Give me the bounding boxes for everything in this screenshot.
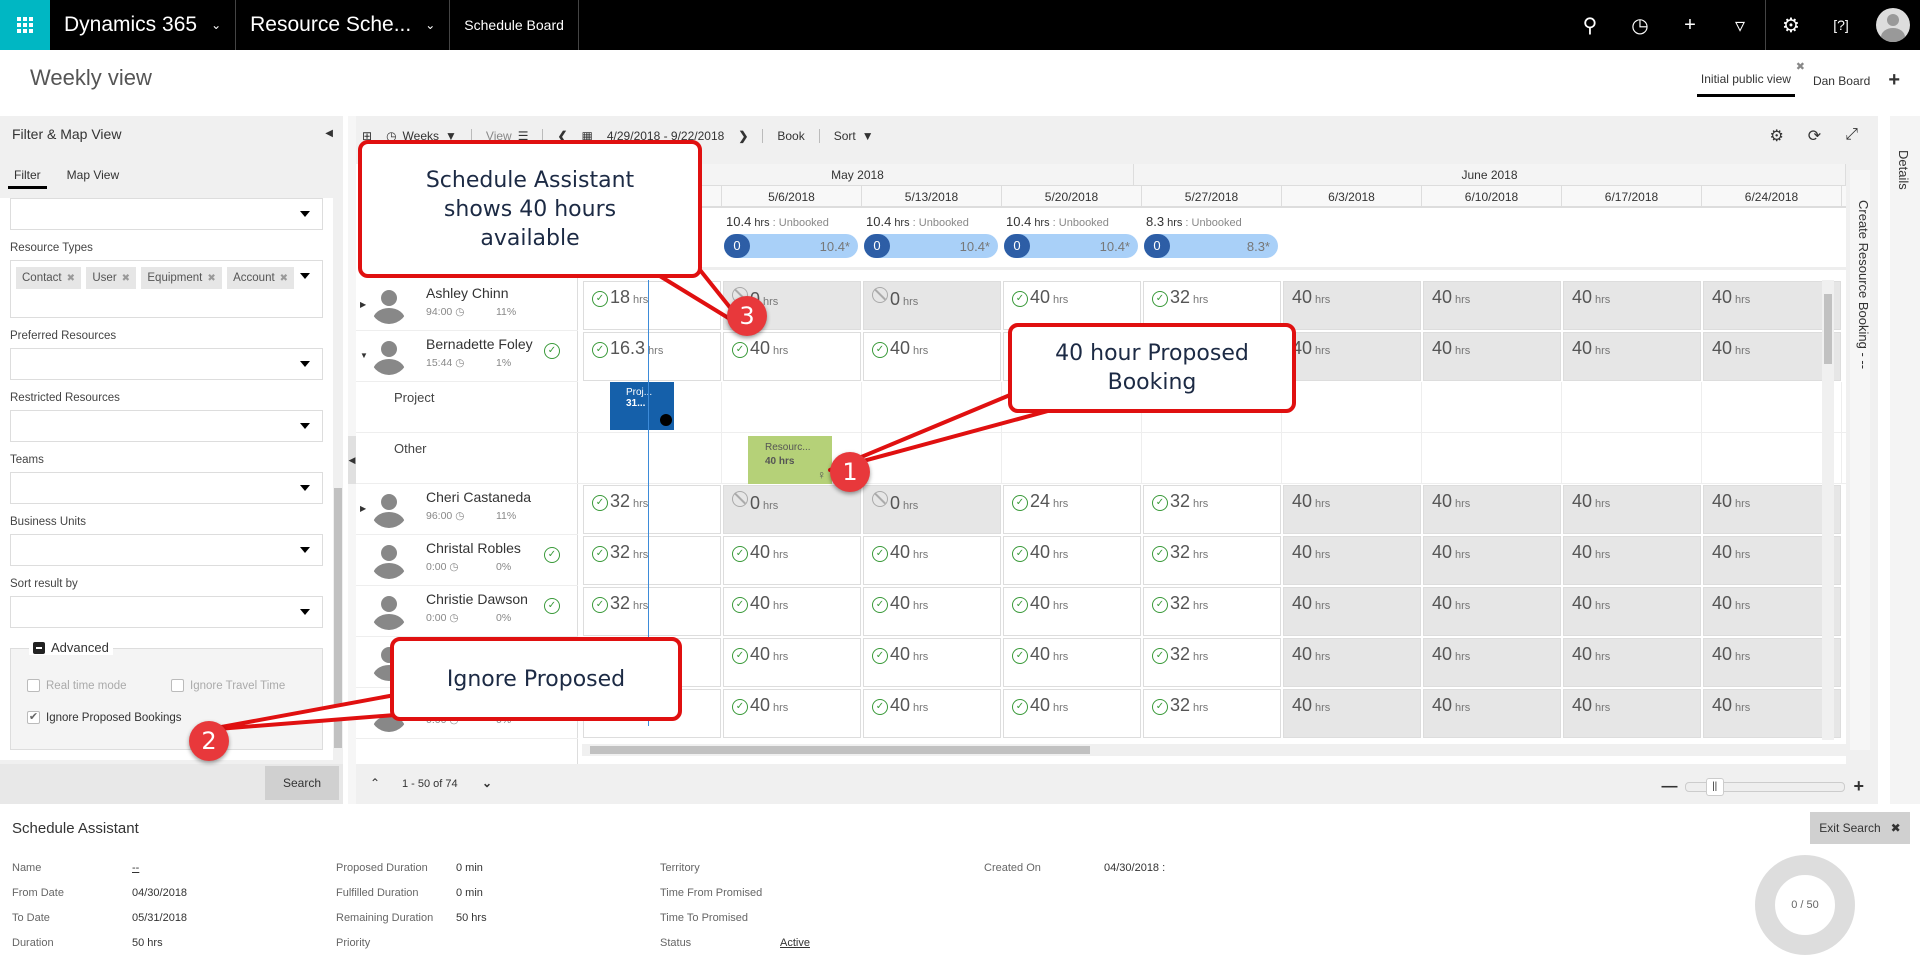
callout-ignore-proposed: Ignore Proposed: [390, 637, 682, 721]
annotation-badge-3: 3: [727, 296, 767, 336]
annotation-badge-1: 1: [830, 452, 870, 492]
callout-text: Ignore Proposed: [446, 666, 626, 692]
callout-proposed-booking: 40 hour Proposed Booking: [1008, 323, 1296, 413]
callout-schedule-assistant: Schedule Assistant shows 40 hours availa…: [358, 140, 702, 278]
callout-text: 40 hour Proposed Booking: [1055, 341, 1249, 395]
callout-arrows: [203, 268, 1072, 732]
callout-text: Schedule Assistant shows 40 hours availa…: [425, 167, 635, 251]
annotation-badge-2: 2: [189, 721, 229, 761]
callout-2-pointer: [203, 693, 397, 732]
